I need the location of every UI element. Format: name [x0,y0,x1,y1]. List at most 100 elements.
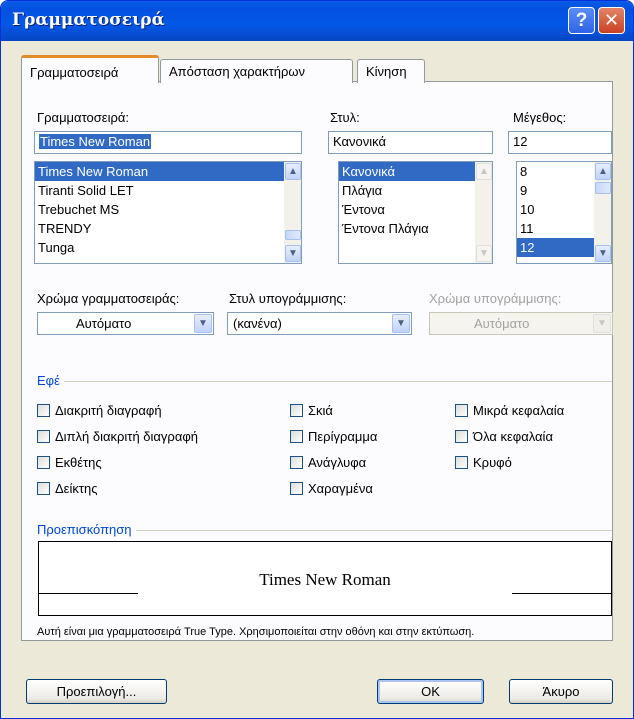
preview-box: Times New Roman [38,541,612,616]
checkbox-box[interactable] [37,404,50,417]
subscript-checkbox[interactable]: Δείκτης [37,481,98,496]
shadow-label: Σκιά [308,403,333,418]
scroll-up-button: ▲ [476,163,492,180]
checkbox-box[interactable] [455,456,468,469]
default-button[interactable]: Προεπιλογή... [26,679,167,704]
font-color-value: Αυτόματο [76,316,132,331]
hidden-label: Κρυφό [473,455,512,470]
font-list[interactable]: Times New Roman Tiranti Solid LET Trebuc… [34,161,302,264]
style-list-scrollbar: ▲ ▼ [475,162,492,263]
superscript-label: Εκθέτης [55,455,102,470]
ok-button[interactable]: OK [377,679,484,704]
preview-baseline-right [512,593,611,594]
font-input[interactable]: Times New Roman [34,131,302,154]
all-caps-label: Όλα κεφαλαία [473,429,553,444]
size-input[interactable]: 12 [508,131,612,154]
double-strikethrough-checkbox[interactable]: Διπλή διακριτή διαγραφή [37,429,198,444]
scroll-up-button[interactable]: ▲ [595,163,611,180]
scroll-down-button[interactable]: ▼ [285,245,301,262]
close-icon: ✕ [603,10,620,30]
small-caps-checkbox[interactable]: Μικρά κεφαλαία [455,403,564,418]
chevron-up-icon: ▲ [479,166,489,177]
help-button[interactable]: ? [568,7,595,34]
engrave-label: Χαραγμένα [308,481,373,496]
tab-character-spacing[interactable]: Απόσταση χαρακτήρων [160,59,353,83]
chevron-down-icon: ▼ [598,248,608,259]
scroll-down-button: ▼ [476,245,492,262]
window-title: Γραμματοσειρά [12,10,165,30]
scroll-down-button[interactable]: ▼ [595,245,611,262]
chevron-up-icon: ▲ [288,166,298,177]
style-list-item[interactable]: Έντονα [339,200,492,219]
size-label: Μέγεθος: [513,110,567,125]
font-color-select[interactable]: Αυτόματο ▼ [37,312,214,335]
size-list[interactable]: 8 9 10 11 12 ▲ ▼ [516,161,612,264]
chevron-up-icon: ▲ [598,166,608,177]
underline-style-label: Στυλ υπογράμμισης: [229,291,347,306]
style-list-item[interactable]: Πλάγια [339,181,492,200]
font-list-item[interactable]: Tiranti Solid LET [35,181,301,200]
dropdown-arrow-icon: ▼ [593,314,611,333]
underline-color-label: Χρώμα υπογράμμισης: [429,291,562,306]
checkbox-box[interactable] [290,430,303,443]
cancel-button[interactable]: Άκυρο [509,679,613,704]
outline-checkbox[interactable]: Περίγραμμα [290,429,377,444]
font-list-item[interactable]: Times New Roman [35,162,301,181]
underline-style-select[interactable]: (κανένα) ▼ [227,312,412,335]
preview-baseline-left [39,593,138,594]
font-list-scrollbar[interactable]: ▲ ▼ [284,162,301,263]
size-list-item[interactable]: 12 [517,238,594,257]
underline-color-select: Αυτόματο ▼ [429,312,613,335]
dropdown-arrow-icon[interactable]: ▼ [392,314,410,333]
dropdown-arrow-icon[interactable]: ▼ [194,314,212,333]
close-button[interactable]: ✕ [598,7,625,34]
checkbox-box[interactable] [455,404,468,417]
size-list-scrollbar[interactable]: ▲ ▼ [594,162,611,263]
font-dialog: Γραμματοσειρά ? ✕ Γραμματοσειρά Απόσταση… [0,0,634,719]
shadow-checkbox[interactable]: Σκιά [290,403,333,418]
chevron-down-icon: ▼ [288,248,298,259]
outline-label: Περίγραμμα [308,429,378,444]
hidden-checkbox[interactable]: Κρυφό [455,455,512,470]
emboss-label: Ανάγλυφα [308,455,367,470]
double-strikethrough-label: Διπλή διακριτή διαγραφή [55,429,198,444]
subscript-label: Δείκτης [55,481,98,496]
all-caps-checkbox[interactable]: Όλα κεφαλαία [455,429,553,444]
scroll-thumb[interactable] [285,230,301,240]
checkbox-box[interactable] [290,482,303,495]
underline-color-value: Αυτόματο [474,316,530,331]
underline-style-value: (κανένα) [233,316,282,331]
preview-title: Προεπισκόπηση [37,522,136,537]
strikethrough-label: Διακριτή διαγραφή [55,403,162,418]
tab-animation[interactable]: Κίνηση [357,59,425,83]
font-color-label: Χρώμα γραμματοσειράς: [37,291,180,306]
checkbox-box[interactable] [37,482,50,495]
font-list-item[interactable]: TRENDY [35,219,301,238]
style-list[interactable]: Κανονικά Πλάγια Έντονα Έντονα Πλάγια ▲ ▼ [338,161,493,264]
font-input-value: Times New Roman [39,134,152,149]
style-list-item[interactable]: Κανονικά [339,162,492,181]
checkbox-box[interactable] [37,430,50,443]
checkbox-box[interactable] [290,456,303,469]
style-label: Στυλ: [330,110,360,125]
font-label: Γραμματοσειρά: [37,110,129,125]
tab-font[interactable]: Γραμματοσειρά [21,55,159,83]
style-list-item[interactable]: Έντονα Πλάγια [339,219,492,238]
font-list-item[interactable]: Tunga [35,238,301,257]
effects-divider [37,381,612,382]
engrave-checkbox[interactable]: Χαραγμένα [290,481,373,496]
checkbox-box[interactable] [37,456,50,469]
font-list-item[interactable]: Trebuchet MS [35,200,301,219]
style-input[interactable]: Κανονικά [328,131,493,154]
scroll-thumb[interactable] [595,182,611,194]
checkbox-box[interactable] [290,404,303,417]
emboss-checkbox[interactable]: Ανάγλυφα [290,455,366,470]
scroll-up-button[interactable]: ▲ [285,163,301,180]
chevron-down-icon: ▼ [479,248,489,259]
strikethrough-checkbox[interactable]: Διακριτή διαγραφή [37,403,162,418]
superscript-checkbox[interactable]: Εκθέτης [37,455,102,470]
effects-title: Εφέ [37,373,64,388]
checkbox-box[interactable] [455,430,468,443]
title-bar: Γραμματοσειρά ? ✕ [1,1,633,41]
font-type-note: Αυτή είναι μια γραμματοσειρά True Type. … [37,626,475,638]
